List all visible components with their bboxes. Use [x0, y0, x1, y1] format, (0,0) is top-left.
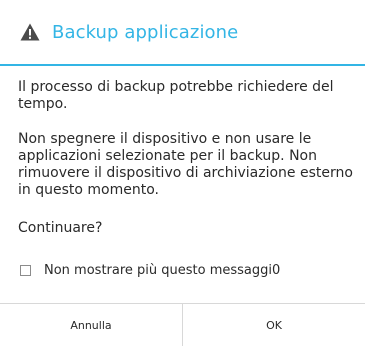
- warning-icon: [20, 23, 40, 41]
- dialog-title-bar: Backup applicazione: [0, 0, 365, 64]
- dont-show-again-row[interactable]: Non mostrare più questo messaggi0: [20, 261, 280, 279]
- dont-show-again-label[interactable]: Non mostrare più questo messaggi0: [44, 263, 280, 278]
- confirm-question: Continuare?: [18, 220, 103, 236]
- cancel-button[interactable]: Annulla: [0, 304, 182, 346]
- message-paragraph: Il processo di backup potrebbe richieder…: [18, 79, 334, 112]
- dont-show-again-checkbox[interactable]: [20, 264, 31, 276]
- dialog-title: Backup applicazione: [52, 21, 239, 43]
- dialog-button-bar: Annulla OK: [0, 303, 365, 346]
- message-paragraph: Non spegnere il dispositivo e non usare …: [18, 131, 353, 198]
- ok-button[interactable]: OK: [183, 304, 365, 346]
- backup-dialog: Backup applicazione Il processo di backu…: [0, 0, 365, 346]
- title-divider: [0, 64, 365, 66]
